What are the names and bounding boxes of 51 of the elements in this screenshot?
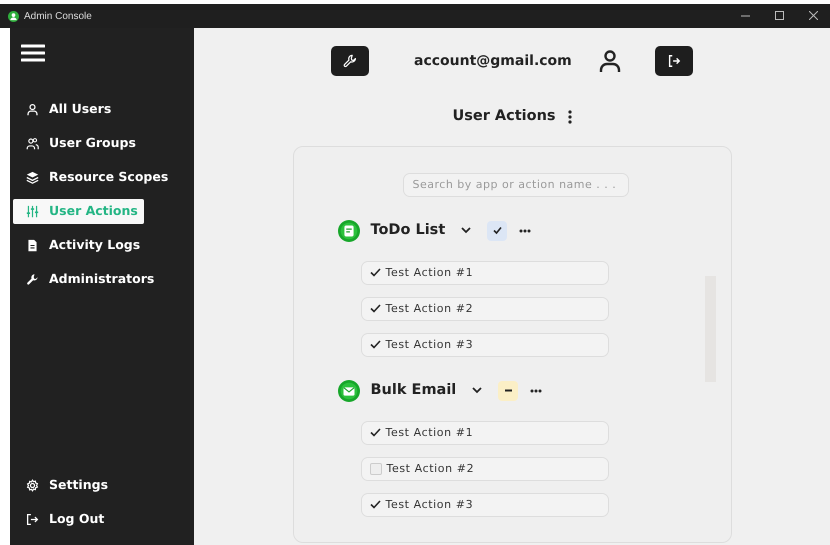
user-icon[interactable] xyxy=(598,49,622,73)
checkmark-icon[interactable] xyxy=(370,339,380,350)
chevron-icon[interactable] xyxy=(472,387,482,394)
note-icon xyxy=(338,220,360,242)
sidebar-item[interactable]: Settings xyxy=(13,473,114,498)
select-all-checkbox[interactable] xyxy=(487,220,508,241)
sidebar-item[interactable]: User Groups xyxy=(13,131,142,156)
checkbox[interactable] xyxy=(370,462,382,475)
logout-button[interactable] xyxy=(655,46,693,76)
admin-tools-button[interactable] xyxy=(331,46,369,76)
users-icon xyxy=(26,137,39,150)
document-icon xyxy=(26,239,39,252)
action-item[interactable]: Test Action #1 xyxy=(360,420,608,445)
logout-icon xyxy=(26,513,39,526)
app-icon xyxy=(8,10,19,22)
window-title: Admin Console xyxy=(24,10,92,24)
mail-icon xyxy=(338,380,360,402)
sidebar-item[interactable]: All Users xyxy=(13,97,118,122)
maximize-icon[interactable] xyxy=(774,11,784,20)
menu-icon[interactable] xyxy=(21,44,45,62)
wrench-icon xyxy=(343,54,357,68)
account-email: account@gmail.com xyxy=(414,52,572,70)
layers-icon xyxy=(26,171,39,184)
sidebar-item[interactable]: Administrators xyxy=(13,267,160,292)
sidebar-item[interactable]: Log Out xyxy=(13,507,110,532)
more-options-icon[interactable] xyxy=(519,228,532,233)
action-item[interactable]: Test Action #1 xyxy=(360,260,608,285)
search-field[interactable]: Search by app or action name . . . xyxy=(402,172,628,197)
action-item[interactable]: Test Action #2 xyxy=(360,456,608,481)
more-options-icon[interactable] xyxy=(568,110,572,124)
app-name: ToDo List xyxy=(370,220,446,240)
checkmark-icon[interactable] xyxy=(370,267,380,278)
more-options-icon[interactable] xyxy=(530,388,542,393)
checkmark-icon[interactable] xyxy=(370,303,380,314)
action-item[interactable]: Test Action #2 xyxy=(360,296,608,321)
user-icon xyxy=(26,103,39,116)
action-item[interactable]: Test Action #3 xyxy=(360,492,608,517)
checkmark-icon[interactable] xyxy=(370,427,380,438)
sidebar-item[interactable]: Resource Scopes xyxy=(13,165,174,190)
select-all-checkbox[interactable] xyxy=(498,380,518,401)
action-item[interactable]: Test Action #3 xyxy=(360,332,608,357)
gear-icon xyxy=(26,479,39,492)
page-title: User Actions xyxy=(452,107,556,126)
close-icon[interactable] xyxy=(808,11,818,20)
checkmark-icon[interactable] xyxy=(370,499,380,510)
sidebar-item[interactable]: Activity Logs xyxy=(13,233,146,258)
chevron-icon[interactable] xyxy=(461,227,472,234)
wrench-icon xyxy=(26,273,39,286)
logout-icon xyxy=(667,54,681,68)
sliders-icon xyxy=(26,205,39,218)
app-name: Bulk Email xyxy=(370,380,456,400)
